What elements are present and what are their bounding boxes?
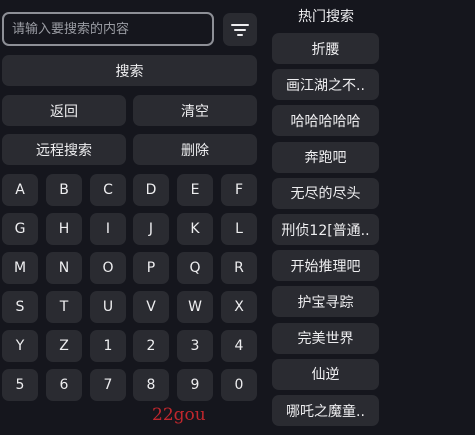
filter-icon bbox=[231, 23, 249, 36]
hot-search-item[interactable]: 奔跑吧 bbox=[272, 141, 379, 173]
filter-button[interactable] bbox=[223, 13, 257, 46]
hot-search-item-label: 完美世界 bbox=[297, 331, 354, 348]
key-9[interactable]: 9 bbox=[177, 369, 213, 401]
key-n[interactable]: N bbox=[46, 252, 82, 284]
key-8[interactable]: 8 bbox=[133, 369, 169, 401]
key-k[interactable]: K bbox=[177, 213, 213, 245]
key-4[interactable]: 4 bbox=[221, 330, 257, 362]
watermark: 22gou bbox=[152, 405, 206, 425]
search-input[interactable] bbox=[2, 12, 214, 46]
key-t[interactable]: T bbox=[46, 291, 82, 323]
hot-search-item[interactable]: 画江湖之不.. bbox=[272, 69, 379, 101]
key-b[interactable]: B bbox=[46, 174, 82, 206]
hot-search-item-label: 画江湖之不.. bbox=[286, 77, 365, 94]
key-f[interactable]: F bbox=[221, 174, 257, 206]
key-j[interactable]: J bbox=[133, 213, 169, 245]
hot-search-item[interactable]: 刑侦12[普通.. bbox=[272, 214, 379, 245]
hot-search-item-label: 无尽的尽头 bbox=[290, 186, 361, 203]
key-v[interactable]: V bbox=[133, 291, 169, 323]
hot-search-item[interactable]: 仙逆 bbox=[272, 358, 379, 390]
key-g[interactable]: G bbox=[2, 213, 38, 245]
key-e[interactable]: E bbox=[177, 174, 213, 206]
key-o[interactable]: O bbox=[90, 252, 126, 284]
key-2[interactable]: 2 bbox=[133, 330, 169, 362]
key-a[interactable]: A bbox=[2, 174, 38, 206]
key-c[interactable]: C bbox=[90, 174, 126, 206]
key-q[interactable]: Q bbox=[177, 252, 213, 284]
key-r[interactable]: R bbox=[221, 252, 257, 284]
key-7[interactable]: 7 bbox=[90, 369, 126, 401]
search-button[interactable]: 搜索 bbox=[2, 55, 257, 86]
hot-search-item-label: 刑侦12[普通.. bbox=[281, 222, 370, 239]
hot-search-item-label: 哪吒之魔童.. bbox=[286, 403, 365, 420]
hot-search-title: 热门搜索 bbox=[298, 9, 354, 25]
key-d[interactable]: D bbox=[133, 174, 169, 206]
key-0[interactable]: 0 bbox=[221, 369, 257, 401]
remote-search-button[interactable]: 远程搜索 bbox=[2, 134, 126, 165]
key-u[interactable]: U bbox=[90, 291, 126, 323]
key-5[interactable]: 5 bbox=[2, 369, 38, 401]
hot-search-item-label: 开始推理吧 bbox=[290, 258, 361, 275]
hot-search-item-label: 护宝寻踪 bbox=[297, 294, 354, 311]
clear-button[interactable]: 清空 bbox=[133, 95, 257, 126]
hot-search-item-label: 奔跑吧 bbox=[304, 150, 347, 167]
key-3[interactable]: 3 bbox=[177, 330, 213, 362]
key-x[interactable]: X bbox=[221, 291, 257, 323]
key-1[interactable]: 1 bbox=[90, 330, 126, 362]
key-m[interactable]: M bbox=[2, 252, 38, 284]
back-button[interactable]: 返回 bbox=[2, 95, 126, 126]
hot-search-item-label: 哈哈哈哈哈 bbox=[290, 113, 361, 130]
key-s[interactable]: S bbox=[2, 291, 38, 323]
key-p[interactable]: P bbox=[133, 252, 169, 284]
hot-search-item[interactable]: 护宝寻踪 bbox=[272, 286, 379, 318]
hot-search-item[interactable]: 哈哈哈哈哈 bbox=[272, 105, 379, 137]
key-y[interactable]: Y bbox=[2, 330, 38, 362]
hot-search-item[interactable]: 哪吒之魔童.. bbox=[272, 395, 379, 426]
hot-search-item[interactable]: 无尽的尽头 bbox=[272, 177, 379, 209]
key-l[interactable]: L bbox=[221, 213, 257, 245]
hot-search-item-label: 折腰 bbox=[311, 41, 340, 58]
hot-search-item[interactable]: 完美世界 bbox=[272, 322, 379, 354]
delete-button[interactable]: 删除 bbox=[133, 134, 257, 165]
hot-search-item[interactable]: 折腰 bbox=[272, 33, 379, 64]
hot-search-item[interactable]: 开始推理吧 bbox=[272, 250, 379, 282]
key-w[interactable]: W bbox=[177, 291, 213, 323]
key-i[interactable]: I bbox=[90, 213, 126, 245]
key-h[interactable]: H bbox=[46, 213, 82, 245]
hot-search-item-label: 仙逆 bbox=[311, 367, 340, 384]
key-6[interactable]: 6 bbox=[46, 369, 82, 401]
key-z[interactable]: Z bbox=[46, 330, 82, 362]
